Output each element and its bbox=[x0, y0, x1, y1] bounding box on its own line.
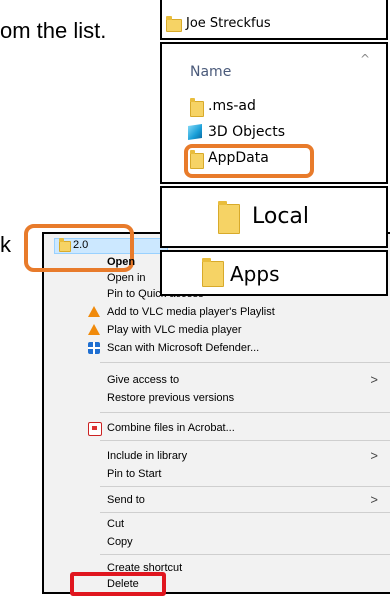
menu-item-restore-versions[interactable]: Restore previous versions bbox=[107, 392, 234, 404]
menu-item-include-library[interactable]: Include in library bbox=[107, 450, 187, 462]
menu-item-acrobat-combine[interactable]: Combine files in Acrobat... bbox=[107, 422, 235, 434]
list-item-ms-ad[interactable]: .ms-ad bbox=[190, 98, 256, 117]
local-folder-panel: Local bbox=[160, 186, 388, 248]
menu-separator bbox=[100, 362, 390, 363]
3d-objects-icon bbox=[188, 124, 202, 140]
chevron-right-icon: > bbox=[370, 492, 378, 507]
defender-icon bbox=[88, 342, 100, 354]
chevron-right-icon: > bbox=[370, 372, 378, 387]
list-item-3d-objects[interactable]: 3D Objects bbox=[188, 124, 286, 140]
folder-icon bbox=[202, 258, 224, 287]
folder-icon bbox=[218, 201, 240, 234]
apps-folder-panel: Apps bbox=[160, 250, 388, 296]
menu-separator bbox=[100, 512, 390, 513]
instruction-text-2: k bbox=[0, 232, 11, 257]
list-item-label: .ms-ad bbox=[208, 98, 256, 114]
vlc-icon bbox=[88, 324, 100, 335]
delete-highlight-box bbox=[70, 572, 166, 596]
menu-separator bbox=[100, 440, 390, 441]
user-folder-panel: Joe Streckfus bbox=[160, 0, 388, 40]
chevron-right-icon: > bbox=[370, 448, 378, 463]
folder-icon bbox=[190, 98, 204, 117]
name-column-header[interactable]: Name bbox=[190, 64, 231, 80]
menu-item-open-in[interactable]: Open in bbox=[107, 272, 146, 284]
user-folder-label: Joe Streckfus bbox=[186, 16, 271, 31]
vlc-icon bbox=[88, 306, 100, 317]
menu-item-vlc-playlist[interactable]: Add to VLC media player's Playlist bbox=[107, 306, 275, 318]
appdata-highlight-box bbox=[184, 144, 314, 178]
menu-item-vlc-play[interactable]: Play with VLC media player bbox=[107, 324, 242, 336]
user-folder-row[interactable]: Joe Streckfus bbox=[166, 16, 271, 32]
menu-item-give-access[interactable]: Give access to bbox=[107, 374, 179, 386]
menu-item-pin-start[interactable]: Pin to Start bbox=[107, 468, 161, 480]
local-folder-label[interactable]: Local bbox=[252, 204, 309, 229]
menu-separator bbox=[100, 554, 390, 555]
menu-item-copy[interactable]: Copy bbox=[107, 536, 133, 548]
folder-icon bbox=[166, 16, 182, 32]
menu-item-defender-scan[interactable]: Scan with Microsoft Defender... bbox=[107, 342, 259, 354]
menu-separator bbox=[100, 412, 390, 413]
explorer-list-panel: Name ^ .ms-ad 3D Objects AppData bbox=[160, 42, 388, 184]
menu-item-open[interactable]: Open bbox=[107, 256, 135, 268]
acrobat-icon bbox=[88, 422, 102, 436]
menu-separator bbox=[100, 486, 390, 487]
menu-item-cut[interactable]: Cut bbox=[107, 518, 124, 530]
list-item-label: 3D Objects bbox=[208, 124, 286, 140]
apps-folder-label[interactable]: Apps bbox=[230, 262, 280, 286]
sort-caret-icon: ^ bbox=[359, 52, 370, 66]
menu-item-send-to[interactable]: Send to bbox=[107, 494, 145, 506]
instruction-text-1: om the list. bbox=[0, 18, 107, 43]
